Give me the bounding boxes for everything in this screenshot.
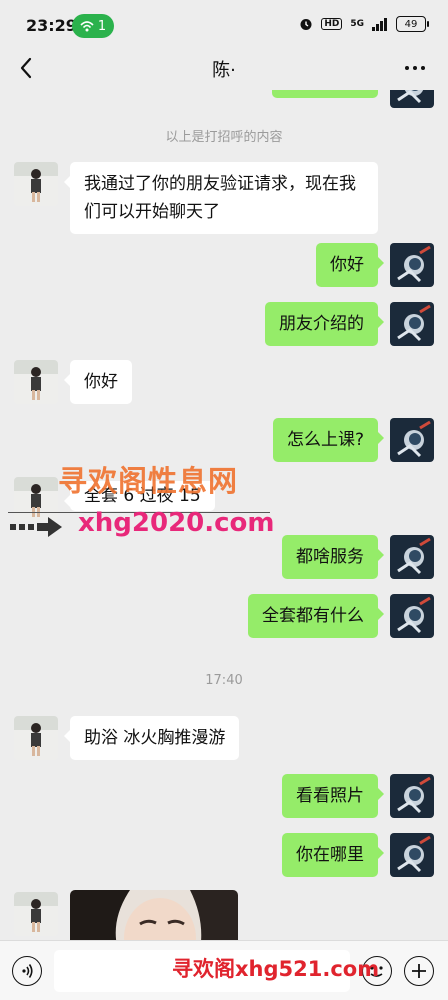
more-dot-icon xyxy=(405,66,409,70)
watermark-bottom: 寻欢阁xhg521.com xyxy=(172,957,380,981)
contact-avatar[interactable] xyxy=(14,892,58,936)
network-label: 5G xyxy=(350,19,364,29)
chat-title: 陈· xyxy=(212,60,236,81)
my-avatar[interactable] xyxy=(390,594,434,638)
contact-avatar[interactable] xyxy=(14,360,58,404)
hotspot-count: 1 xyxy=(97,18,107,34)
photo-message[interactable] xyxy=(70,890,238,940)
message-bubble[interactable]: 我通过了你的朋友验证请求，现在我们可以开始聊天了 xyxy=(64,162,378,234)
status-icons: HD 5G 49 xyxy=(299,16,429,32)
my-avatar[interactable] xyxy=(390,774,434,818)
more-dot-icon xyxy=(421,66,425,70)
my-avatar[interactable] xyxy=(390,243,434,287)
battery-level: 49 xyxy=(404,18,418,30)
message-bubble[interactable]: 助浴 冰火胸推漫游 xyxy=(63,716,240,760)
alarm-icon xyxy=(300,19,312,30)
watermark-arrow-icon xyxy=(10,517,62,537)
my-avatar[interactable] xyxy=(390,90,434,108)
contact-avatar[interactable] xyxy=(14,716,58,760)
message-bubble[interactable]: 你好 xyxy=(316,243,384,287)
more-actions-button[interactable] xyxy=(404,956,434,986)
status-time: 23:29 xyxy=(26,16,77,35)
my-avatar[interactable] xyxy=(390,535,434,579)
watermark-title: 寻欢阁性息网 xyxy=(58,464,239,498)
contact-avatar[interactable] xyxy=(14,162,58,206)
voice-icon xyxy=(22,964,33,978)
chat-header: 陈· xyxy=(0,52,448,90)
plus-icon xyxy=(412,964,426,978)
signal-icon xyxy=(372,17,387,31)
photo-thumbnail xyxy=(70,890,238,940)
message-bubble[interactable]: 朋友介绍的 xyxy=(265,302,384,346)
message-bubble[interactable]: 你好 xyxy=(64,360,132,404)
message-timestamp: 17:40 xyxy=(205,673,243,688)
hotspot-indicator[interactable]: 1 xyxy=(72,14,114,38)
partial-outgoing-bubble xyxy=(272,90,378,98)
greeting-notice: 以上是打招呼的内容 xyxy=(165,130,283,145)
voice-input-button[interactable] xyxy=(12,956,42,986)
message-bubble[interactable]: 全套都有什么 xyxy=(248,594,384,638)
message-bubble[interactable]: 怎么上课? xyxy=(272,418,385,462)
my-avatar[interactable] xyxy=(390,302,434,346)
message-input-bar: 寻欢阁xhg521.com xyxy=(0,940,448,1000)
battery-icon: 49 xyxy=(396,16,429,32)
message-bubble[interactable]: 你在哪里 xyxy=(282,833,384,877)
my-avatar[interactable] xyxy=(390,418,434,462)
status-bar: 23:29 1 HD 5G 49 xyxy=(0,0,448,52)
message-bubble[interactable]: 看看照片 xyxy=(282,774,384,818)
message-bubble[interactable]: 都啥服务 xyxy=(282,535,384,579)
hotspot-icon xyxy=(80,21,94,32)
hd-badge: HD xyxy=(321,18,343,30)
more-dot-icon xyxy=(413,66,417,70)
watermark-url: xhg2020.com xyxy=(78,508,275,538)
more-options-button[interactable] xyxy=(400,54,430,82)
my-avatar[interactable] xyxy=(390,833,434,877)
